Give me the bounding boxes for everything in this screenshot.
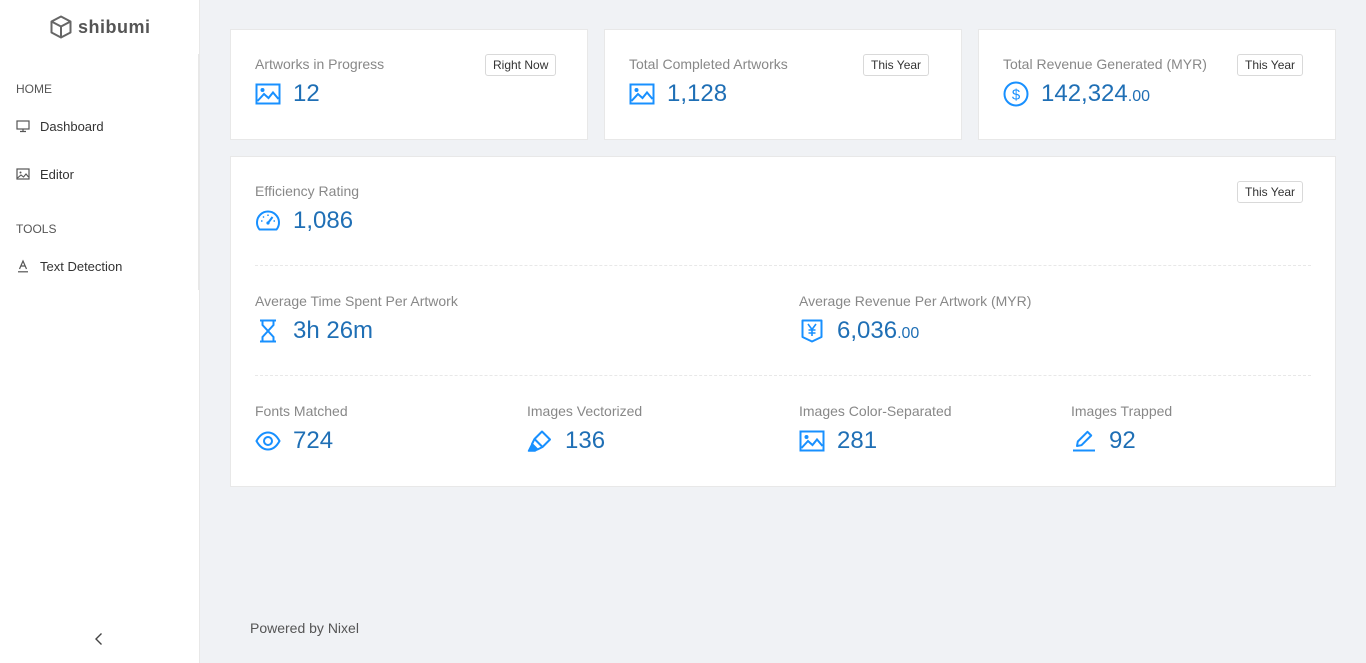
section-divider	[255, 375, 1311, 376]
stat-value: 724	[293, 427, 334, 454]
card-artworks-in-progress: Artworks in Progress 12 Right Now	[230, 29, 588, 140]
stat-average-revenue: Average Revenue Per Artwork (MYR) 6,036.…	[799, 293, 1031, 345]
stat-label: Images Trapped	[1071, 403, 1173, 419]
image-icon	[16, 167, 30, 181]
monitor-icon	[16, 119, 30, 133]
footer-text: Powered by Nixel	[250, 620, 359, 636]
sidebar-divider	[198, 54, 200, 290]
highlighter-icon	[527, 429, 553, 453]
app-logo[interactable]: shibumi	[50, 14, 151, 40]
period-badge[interactable]: This Year	[863, 54, 930, 76]
sidebar-collapse-button[interactable]	[88, 628, 110, 650]
stat-value: 6,036.00	[837, 317, 920, 344]
image-icon	[629, 83, 655, 105]
stat-value: 92	[1109, 427, 1136, 454]
stat-images-trapped: Images Trapped 92	[1071, 403, 1172, 455]
sidebar-item-editor[interactable]: Editor	[0, 154, 198, 194]
section-divider	[255, 265, 1311, 266]
stat-value: 142,324.00	[1041, 80, 1151, 107]
svg-text:$: $	[1012, 87, 1021, 104]
period-badge[interactable]: Right Now	[485, 54, 557, 76]
sidebar-item-label: Dashboard	[40, 118, 104, 134]
sidebar-item-label: Text Detection	[40, 258, 123, 274]
stat-average-time: Average Time Spent Per Artwork 3h 26m	[255, 293, 458, 345]
stat-label: Average Time Spent Per Artwork	[255, 293, 458, 309]
dollar-circle-icon: $	[1003, 81, 1029, 107]
stat-value: 12	[293, 80, 320, 107]
card-efficiency: This Year Efficiency Rating 1,086 Averag…	[230, 156, 1336, 487]
stat-total-completed-artworks: Total Completed Artworks 1,128	[629, 56, 788, 108]
speedometer-icon	[255, 209, 281, 233]
stat-value: 281	[837, 427, 878, 454]
edit-icon	[1071, 429, 1097, 453]
stat-images-vectorized: Images Vectorized 136	[527, 403, 642, 455]
stat-value: 136	[565, 427, 606, 454]
stat-artworks-in-progress: Artworks in Progress 12	[255, 56, 384, 108]
yen-tag-icon	[799, 319, 825, 343]
stat-label: Artworks in Progress	[255, 56, 385, 72]
sidebar-item-dashboard[interactable]: Dashboard	[0, 106, 198, 146]
cube-icon	[50, 15, 72, 39]
app-name: shibumi	[78, 16, 151, 37]
stat-value: 3h 26m	[293, 317, 374, 344]
stat-fonts-matched: Fonts Matched 724	[255, 403, 348, 455]
stat-label: Images Vectorized	[527, 403, 643, 419]
card-total-completed-artworks: Total Completed Artworks 1,128 This Year	[604, 29, 962, 140]
image-icon	[799, 430, 825, 452]
stat-value: 1,128	[667, 80, 728, 107]
card-total-revenue: Total Revenue Generated (MYR) $ 142,324.…	[978, 29, 1336, 140]
period-badge[interactable]: This Year	[1237, 181, 1304, 203]
stat-value-decimal: .00	[1127, 88, 1151, 105]
stat-label: Average Revenue Per Artwork (MYR)	[799, 293, 1032, 309]
sidebar: shibumi HOME Dashboard Editor TOOLS Text…	[0, 0, 200, 663]
stat-value: 1,086	[293, 207, 354, 234]
eye-icon	[255, 429, 281, 453]
stat-label: Images Color-Separated	[799, 403, 952, 419]
sidebar-item-label: Editor	[40, 166, 74, 182]
image-icon	[255, 83, 281, 105]
hourglass-icon	[255, 319, 281, 343]
chevron-left-icon	[94, 632, 104, 646]
sidebar-item-text-detection[interactable]: Text Detection	[0, 246, 198, 286]
stat-label: Total Revenue Generated (MYR)	[1003, 56, 1207, 72]
stat-images-color-separated: Images Color-Separated 281	[799, 403, 952, 455]
text-icon	[16, 259, 30, 273]
section-label-tools: TOOLS	[16, 222, 57, 236]
period-badge[interactable]: This Year	[1237, 54, 1304, 76]
stat-label: Fonts Matched	[255, 403, 348, 419]
stat-total-revenue: Total Revenue Generated (MYR) $ 142,324.…	[1003, 56, 1207, 108]
stat-efficiency-rating: Efficiency Rating 1,086	[255, 183, 359, 235]
section-label-home: HOME	[16, 82, 52, 96]
stat-label: Total Completed Artworks	[629, 56, 788, 72]
stat-value-decimal: .00	[897, 325, 920, 342]
stat-label: Efficiency Rating	[255, 183, 360, 199]
